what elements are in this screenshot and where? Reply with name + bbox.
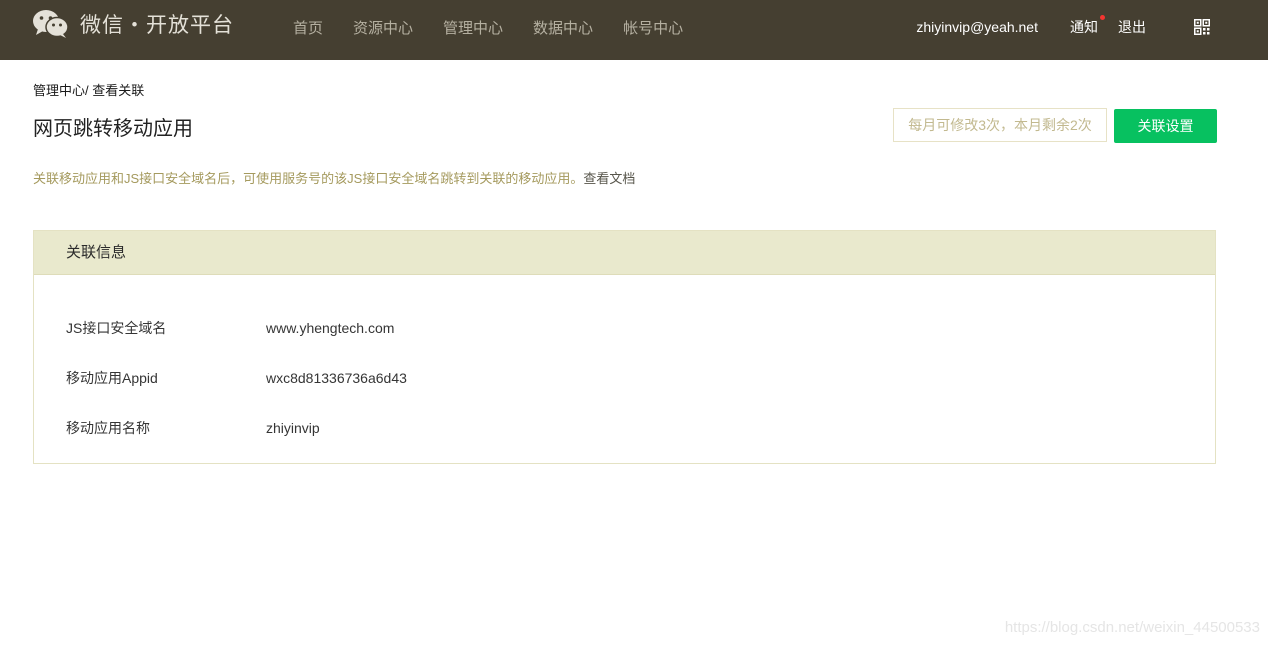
user-area: zhiyinvip@yeah.net 通知 退出: [916, 0, 1268, 54]
page-title: 网页跳转移动应用: [33, 118, 193, 140]
view-doc-link[interactable]: 查看文档: [583, 171, 635, 186]
row-label: JS接口安全域名: [66, 320, 167, 336]
quota-notice: 每月可修改3次，本月剩余2次: [893, 108, 1107, 142]
description-text: 关联移动应用和JS接口安全域名后，可使用服务号的该JS接口安全域名跳转到关联的移…: [33, 171, 584, 186]
watermark: https://blog.csdn.net/weixin_44500533: [1004, 619, 1260, 636]
notice-label: 通知: [1070, 19, 1098, 35]
row-value: www.yhengtech.com: [266, 320, 395, 336]
link-info-panel: 关联信息 JS接口安全域名 www.yhengtech.com 移动应用Appi…: [33, 230, 1216, 464]
nav-item-account[interactable]: 帐号中心: [623, 17, 683, 38]
nav-item-management[interactable]: 管理中心: [443, 17, 503, 38]
info-row-js-domain: JS接口安全域名 www.yhengtech.com: [66, 318, 394, 338]
info-row-app-name: 移动应用名称 zhiyinvip: [66, 418, 320, 438]
panel-title: 关联信息: [34, 231, 1215, 275]
logo-text: 微信・开放平台: [80, 14, 234, 37]
site-logo[interactable]: 微信・开放平台: [32, 8, 234, 40]
page-description: 关联移动应用和JS接口安全域名后，可使用服务号的该JS接口安全域名跳转到关联的移…: [33, 168, 635, 187]
nav-item-resources[interactable]: 资源中心: [353, 17, 413, 38]
breadcrumb: 管理中心/ 查看关联: [33, 80, 144, 99]
row-value: zhiyinvip: [266, 420, 320, 436]
wechat-logo-icon: [33, 10, 69, 38]
notice-link[interactable]: 通知: [1070, 15, 1105, 37]
row-value: wxc8d81336736a6d43: [266, 370, 407, 386]
user-email[interactable]: zhiyinvip@yeah.net: [916, 19, 1038, 35]
row-label: 移动应用Appid: [66, 370, 158, 386]
main-nav: 首页 资源中心 管理中心 数据中心 帐号中心: [278, 0, 698, 54]
breadcrumb-parent[interactable]: 管理中心: [33, 83, 85, 98]
top-navigation-bar: 微信・开放平台 首页 资源中心 管理中心 数据中心 帐号中心 zhiyinvip…: [0, 0, 1268, 60]
info-row-appid: 移动应用Appid wxc8d81336736a6d43: [66, 368, 407, 388]
breadcrumb-current: 查看关联: [92, 83, 145, 98]
notice-dot-badge: [1100, 15, 1105, 20]
logout-link[interactable]: 退出: [1118, 17, 1146, 37]
nav-item-home[interactable]: 首页: [293, 17, 323, 38]
qrcode-icon[interactable]: [1194, 19, 1210, 35]
nav-item-data[interactable]: 数据中心: [533, 17, 593, 38]
row-label: 移动应用名称: [66, 420, 150, 436]
link-settings-button[interactable]: 关联设置: [1114, 109, 1217, 143]
